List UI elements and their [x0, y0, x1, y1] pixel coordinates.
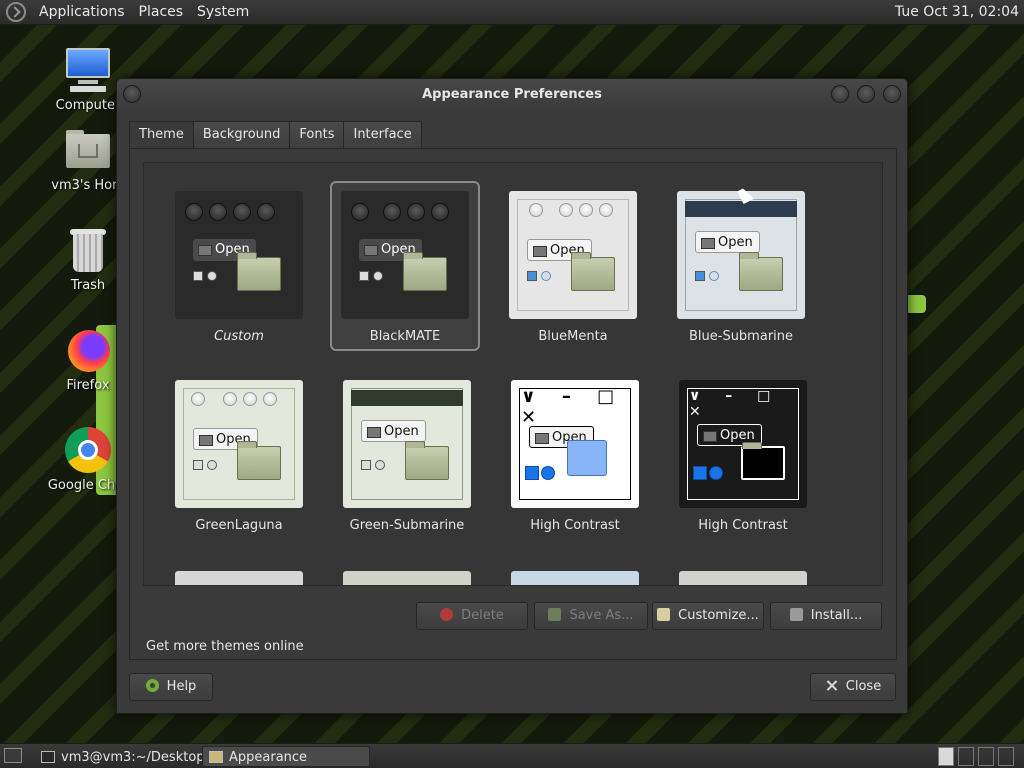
show-desktop-icon[interactable]	[4, 748, 22, 763]
delete-button-label: Delete	[461, 608, 504, 623]
terminal-icon	[41, 751, 55, 763]
theme-name: GreenLaguna	[195, 518, 283, 533]
menu-applications[interactable]: Applications	[32, 0, 132, 25]
delete-button[interactable]: Delete	[416, 602, 528, 630]
folder-icon	[405, 441, 449, 480]
top-panel: Applications Places System Tue Oct 31, 0…	[0, 0, 1024, 25]
theme-item-high-contrast[interactable]: ∨ – □ ✕ Open High Contrast	[500, 370, 650, 540]
theme-item-green-submarine[interactable]: Open Green-Submarine	[332, 370, 482, 540]
help-button-label: Help	[166, 679, 197, 694]
appearance-preferences-window: Appearance Preferences Theme Background …	[116, 78, 908, 714]
theme-preview: Open	[343, 380, 471, 508]
theme-preview: Open	[175, 380, 303, 508]
window-close-button[interactable]	[883, 85, 901, 103]
theme-name: Custom	[214, 329, 264, 344]
firefox-icon	[64, 326, 112, 374]
window-controls-icon: ∨ – □ ✕	[521, 386, 625, 428]
folder-icon	[739, 252, 783, 291]
theme-preview: Open	[341, 191, 469, 319]
window-controls-icon: ∨ – □ ✕	[689, 388, 781, 420]
theme-list: Open Custom Open BlackMATE Open BlueMent…	[143, 162, 883, 586]
delete-icon	[440, 608, 454, 621]
menu-logo-icon[interactable]	[6, 2, 26, 22]
trash-icon	[64, 226, 112, 274]
customize-button[interactable]: Customize...	[652, 602, 764, 630]
theme-name: High Contrast	[698, 518, 788, 533]
theme-preview: Open	[175, 191, 303, 319]
folder-icon	[571, 252, 615, 291]
more-themes-link[interactable]: Get more themes online	[146, 639, 304, 654]
taskbar-item-terminal[interactable]: vm3@vm3:~/Desktop	[34, 746, 205, 767]
menu-places[interactable]: Places	[132, 0, 191, 25]
folder-icon	[237, 252, 281, 291]
tab-background[interactable]: Background	[192, 121, 291, 149]
theme-item-blackmate[interactable]: Open BlackMATE	[330, 181, 480, 351]
help-icon	[145, 679, 159, 692]
close-button[interactable]: Close	[810, 673, 896, 701]
window-titlebar[interactable]: Appearance Preferences	[117, 79, 907, 111]
workspace-2[interactable]	[958, 747, 974, 766]
install-icon	[789, 608, 803, 621]
workspace-4[interactable]	[998, 747, 1014, 766]
tab-theme[interactable]: Theme	[129, 121, 194, 149]
tab-fonts[interactable]: Fonts	[289, 121, 345, 149]
customize-icon	[657, 608, 671, 621]
preview-open-button: Open	[361, 420, 426, 442]
theme-name: BlackMATE	[369, 329, 441, 344]
minimize-button[interactable]	[831, 85, 849, 103]
theme-item-greenlaguna[interactable]: Open GreenLaguna	[164, 370, 314, 540]
folder-icon	[567, 440, 607, 476]
theme-name: BlueMenta	[538, 329, 608, 344]
tab-bar: Theme Background Fonts Interface	[129, 121, 422, 149]
help-button[interactable]: Help	[129, 673, 213, 701]
folder-icon	[741, 442, 785, 480]
close-button-label: Close	[845, 679, 882, 694]
theme-item-partial[interactable]	[175, 571, 303, 585]
theme-preview: Open	[677, 191, 805, 319]
theme-item-bluementa[interactable]: Open BlueMenta	[498, 181, 648, 351]
install-button-label: Install...	[810, 608, 863, 623]
theme-preview: ∨ – □ ✕ Open	[679, 380, 807, 508]
menu-system[interactable]: System	[190, 0, 256, 25]
folder-icon	[403, 252, 447, 291]
theme-preview: ∨ – □ ✕ Open	[511, 380, 639, 508]
taskbar-item-label: Appearance Prefere...	[229, 750, 308, 765]
panel-clock[interactable]: Tue Oct 31, 02:04	[895, 0, 1019, 25]
theme-tab-panel: Open Custom Open BlackMATE Open BlueMent…	[129, 148, 897, 660]
theme-name: High Contrast	[530, 518, 620, 533]
chrome-icon	[64, 426, 112, 474]
appearance-icon	[209, 751, 223, 763]
workspace-1[interactable]	[938, 747, 954, 766]
theme-item-partial[interactable]	[679, 571, 807, 585]
install-button[interactable]: Install...	[770, 602, 882, 630]
bottom-panel: vm3@vm3:~/Desktop Appearance Prefere...	[0, 743, 1024, 768]
theme-name: Blue-Submarine	[688, 329, 794, 344]
theme-item-high-contrast-inverse[interactable]: ∨ – □ ✕ Open High Contrast	[668, 370, 818, 540]
folder-icon	[237, 441, 281, 480]
close-icon	[825, 679, 838, 692]
theme-name: Green-Submarine	[349, 518, 465, 533]
theme-item-partial[interactable]	[511, 571, 639, 585]
theme-item-blue-submarine[interactable]: Open Blue-Submarine	[666, 181, 816, 351]
workspace-3[interactable]	[978, 747, 994, 766]
theme-item-partial[interactable]	[343, 571, 471, 585]
window-title: Appearance Preferences	[422, 87, 602, 102]
preview-open-button: Open	[695, 231, 760, 253]
desktop-wallpaper-accent	[908, 295, 926, 313]
taskbar-item-label: vm3@vm3:~/Desktop	[61, 750, 205, 765]
maximize-button[interactable]	[857, 85, 875, 103]
theme-item-custom[interactable]: Open Custom	[164, 181, 314, 351]
taskbar-item-appearance[interactable]: Appearance Prefere...	[202, 746, 370, 767]
save-as-button-label: Save As...	[569, 608, 634, 623]
tab-interface[interactable]: Interface	[343, 121, 422, 149]
theme-preview: Open	[509, 191, 637, 319]
save-as-icon	[548, 608, 562, 621]
computer-icon	[64, 46, 112, 94]
home-folder-icon	[64, 126, 112, 174]
customize-button-label: Customize...	[678, 608, 759, 623]
save-as-button[interactable]: Save As...	[534, 602, 648, 630]
